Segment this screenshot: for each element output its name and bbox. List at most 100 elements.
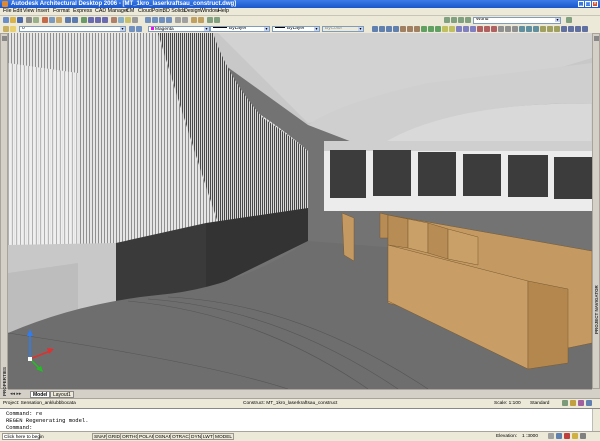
tool-icon-24[interactable] <box>533 26 539 32</box>
tool-icon-12[interactable] <box>449 26 455 32</box>
menu-3d-solids[interactable]: 3D Solids <box>163 8 186 15</box>
tool-icon-5[interactable] <box>400 26 406 32</box>
make-current-icon[interactable] <box>129 26 135 32</box>
display-config-label[interactable]: Standard <box>530 400 549 407</box>
tool-palettes-icon[interactable] <box>125 17 131 23</box>
tab-nav-arrows-icon[interactable]: ◂◂ ▸▸ <box>10 391 28 398</box>
ucs-icon[interactable] <box>207 17 213 23</box>
tool-icon-9[interactable] <box>428 26 434 32</box>
tool-icon-25[interactable] <box>540 26 546 32</box>
autocad-app-icon[interactable] <box>2 1 8 7</box>
ucs-world-icon[interactable] <box>444 17 450 23</box>
menu-file[interactable]: File <box>3 8 12 15</box>
menu-view[interactable]: View <box>23 8 34 15</box>
tool-icon-31[interactable] <box>582 26 588 32</box>
tool-icon-18[interactable] <box>491 26 497 32</box>
tray-settings-icon[interactable] <box>572 433 578 439</box>
tab-layout1[interactable]: Layout1 <box>50 391 74 398</box>
menu-express[interactable]: Express <box>73 8 92 15</box>
menu-design[interactable]: Design <box>184 8 201 15</box>
tool-icon-26[interactable] <box>547 26 553 32</box>
tool-icon-3[interactable] <box>386 26 392 32</box>
tool-icon-27[interactable] <box>554 26 560 32</box>
menu-window[interactable]: Window <box>200 8 219 15</box>
tool-icon-6[interactable] <box>407 26 413 32</box>
open-icon[interactable] <box>10 17 16 23</box>
tool-icon-1[interactable] <box>372 26 378 32</box>
ucs-object-icon[interactable] <box>451 17 457 23</box>
properties-palette[interactable]: PROPERTIES <box>0 33 8 396</box>
menu-edit[interactable]: Edit <box>13 8 22 15</box>
command-prompt[interactable]: Command: <box>6 424 32 431</box>
copy-icon[interactable] <box>49 17 55 23</box>
view-iso-icon[interactable] <box>166 17 172 23</box>
tool-icon-19[interactable] <box>498 26 504 32</box>
paste-icon[interactable] <box>56 17 62 23</box>
tool-icon-20[interactable] <box>505 26 511 32</box>
tool-icon-21[interactable] <box>512 26 518 32</box>
tool-icon-14[interactable] <box>463 26 469 32</box>
tool-icon-16[interactable] <box>477 26 483 32</box>
view-front-icon[interactable] <box>145 17 151 23</box>
cut-icon[interactable] <box>42 17 48 23</box>
ucs-previous-icon[interactable] <box>214 17 220 23</box>
elevation-value[interactable]: 1 :3000 <box>522 433 538 440</box>
tool-icon-23[interactable] <box>526 26 532 32</box>
tool-icon-29[interactable] <box>568 26 574 32</box>
status-tool-icon[interactable] <box>562 400 568 406</box>
drawing-viewport[interactable] <box>8 33 592 389</box>
menu-cloudpoint[interactable]: CloudPoint <box>138 8 164 15</box>
print-icon[interactable] <box>26 17 32 23</box>
scale-label[interactable]: Scale: 1:100 <box>494 400 521 407</box>
minimize-icon[interactable]: _ <box>578 1 584 7</box>
linetype-combo[interactable]: ByLayer ▾ <box>210 26 270 32</box>
view-top-icon[interactable] <box>152 17 158 23</box>
tool-icon-7[interactable] <box>414 26 420 32</box>
zoom-realtime-icon[interactable] <box>88 17 94 23</box>
zoom-window-icon[interactable] <box>95 17 101 23</box>
tool-icon-17[interactable] <box>484 26 490 32</box>
menu-format[interactable]: Format <box>53 8 70 15</box>
help-icon[interactable] <box>132 17 138 23</box>
status-tool-icon[interactable] <box>570 400 576 406</box>
lock-icon[interactable] <box>556 433 562 439</box>
palette-close-icon[interactable] <box>594 36 599 41</box>
tab-model[interactable]: Model <box>30 391 51 398</box>
tool-icon-8[interactable] <box>421 26 427 32</box>
layer-state-icon[interactable] <box>10 26 16 32</box>
command-window[interactable]: Command: re REGEN Regenerating model. Co… <box>0 408 600 432</box>
clean-screen-icon[interactable] <box>580 433 586 439</box>
zoom-previous-icon[interactable] <box>102 17 108 23</box>
camera-icon[interactable] <box>182 17 188 23</box>
design-center-icon[interactable] <box>118 17 124 23</box>
status-tool-icon[interactable] <box>586 400 592 406</box>
orbit-icon[interactable] <box>175 17 181 23</box>
tool-icon-13[interactable] <box>456 26 462 32</box>
ucs-origin-icon[interactable] <box>465 17 471 23</box>
ucs-manager-icon[interactable] <box>566 17 572 23</box>
status-tool-icon[interactable] <box>578 400 584 406</box>
toggle-model[interactable]: MODEL <box>213 433 235 440</box>
tool-icon-2[interactable] <box>379 26 385 32</box>
menu-insert[interactable]: Insert <box>36 8 49 15</box>
pan-icon[interactable] <box>81 17 87 23</box>
command-scrollbar[interactable] <box>592 409 600 432</box>
palette-close-icon[interactable] <box>2 36 7 41</box>
maximize-icon[interactable]: □ <box>585 1 591 7</box>
comm-center-icon[interactable] <box>548 433 554 439</box>
tool-icon-15[interactable] <box>470 26 476 32</box>
ucs-combo[interactable]: World ▾ <box>473 17 561 24</box>
layer-manager-icon[interactable] <box>3 26 9 32</box>
save-icon[interactable] <box>17 17 23 23</box>
tool-icon-11[interactable] <box>442 26 448 32</box>
hide-icon[interactable] <box>191 17 197 23</box>
plotstyle-combo[interactable]: ByColor ▾ <box>322 26 364 32</box>
layer-previous-icon[interactable] <box>136 26 142 32</box>
redo-icon[interactable] <box>72 17 78 23</box>
menu-cad-manager[interactable]: CAD Manager <box>95 8 129 15</box>
properties-icon[interactable] <box>111 17 117 23</box>
close-icon[interactable]: × <box>592 1 598 7</box>
menu-help[interactable]: Help <box>218 8 229 15</box>
project-navigator-palette[interactable]: PROJECT NAVIGATOR <box>592 33 600 389</box>
layer-combo[interactable]: 0 ▾ <box>19 26 126 32</box>
